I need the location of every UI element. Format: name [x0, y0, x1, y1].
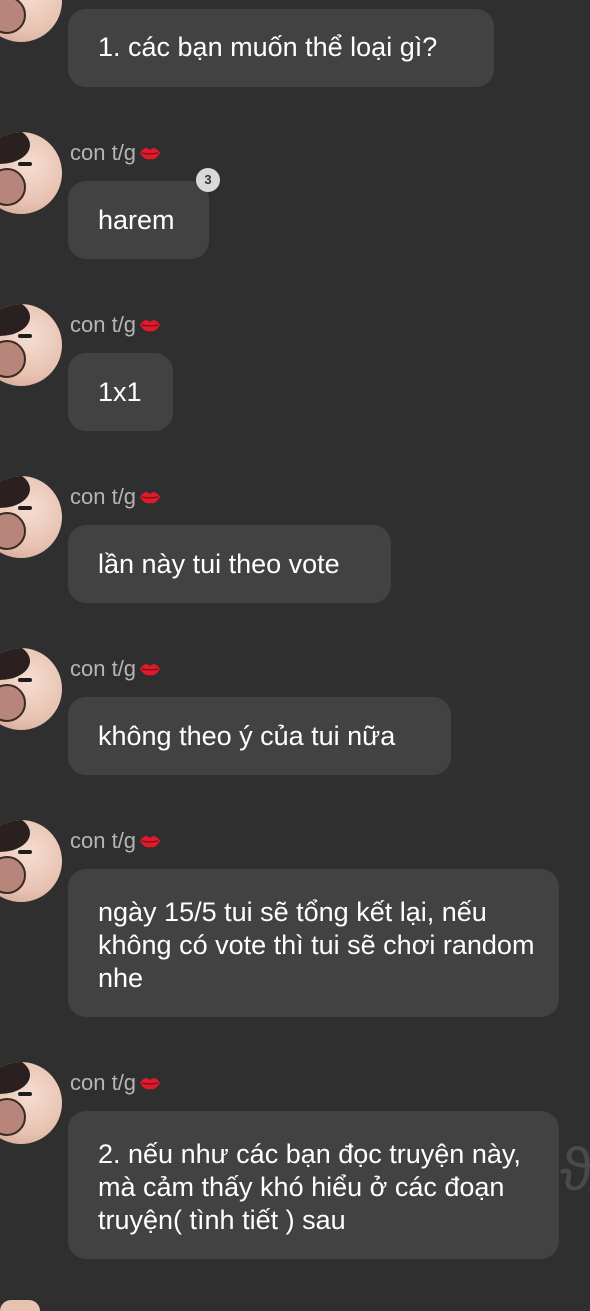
decorative-glyph: ϑ [560, 1140, 590, 1200]
avatar[interactable] [0, 0, 62, 42]
avatar-partial [0, 1300, 40, 1311]
sender-name: con t/g [70, 1070, 162, 1097]
sender-name: con t/g [70, 140, 162, 167]
message-bubble[interactable]: ngày 15/5 tui sẽ tổng kết lại, nếu không… [68, 869, 559, 1017]
sender-name: con t/g [70, 312, 162, 339]
red-lips-icon [138, 829, 162, 855]
message-bubble[interactable]: 1. các bạn muốn thể loại gì? [68, 9, 494, 87]
message-text: 2. nếu như các bạn đọc truyện này, mà cả… [98, 1139, 521, 1235]
message-text: harem [98, 205, 175, 235]
message-bubble[interactable]: 1x1 [68, 353, 173, 431]
red-lips-icon [138, 313, 162, 339]
avatar[interactable] [0, 820, 62, 902]
red-lips-icon [138, 141, 162, 167]
red-lips-icon [138, 657, 162, 683]
avatar[interactable] [0, 476, 62, 558]
avatar[interactable] [0, 304, 62, 386]
red-lips-icon [138, 1071, 162, 1097]
avatar[interactable] [0, 132, 62, 214]
reaction-count-badge[interactable]: 3 [196, 168, 220, 192]
message-text: lần này tui theo vote [98, 549, 340, 579]
message-bubble[interactable]: harem [68, 181, 209, 259]
sender-name: con t/g [70, 484, 162, 511]
message-bubble[interactable]: không theo ý của tui nữa [68, 697, 451, 775]
sender-name: con t/g [70, 656, 162, 683]
red-lips-icon [138, 485, 162, 511]
avatar[interactable] [0, 648, 62, 730]
message-text: ngày 15/5 tui sẽ tổng kết lại, nếu không… [98, 897, 535, 993]
sender-name: con t/g [70, 828, 162, 855]
message-text: 1. các bạn muốn thể loại gì? [98, 32, 438, 62]
avatar[interactable] [0, 1062, 62, 1144]
message-text: không theo ý của tui nữa [98, 721, 396, 751]
message-bubble[interactable]: 2. nếu như các bạn đọc truyện này, mà cả… [68, 1111, 559, 1259]
message-bubble[interactable]: lần này tui theo vote [68, 525, 391, 603]
message-text: 1x1 [98, 377, 142, 407]
